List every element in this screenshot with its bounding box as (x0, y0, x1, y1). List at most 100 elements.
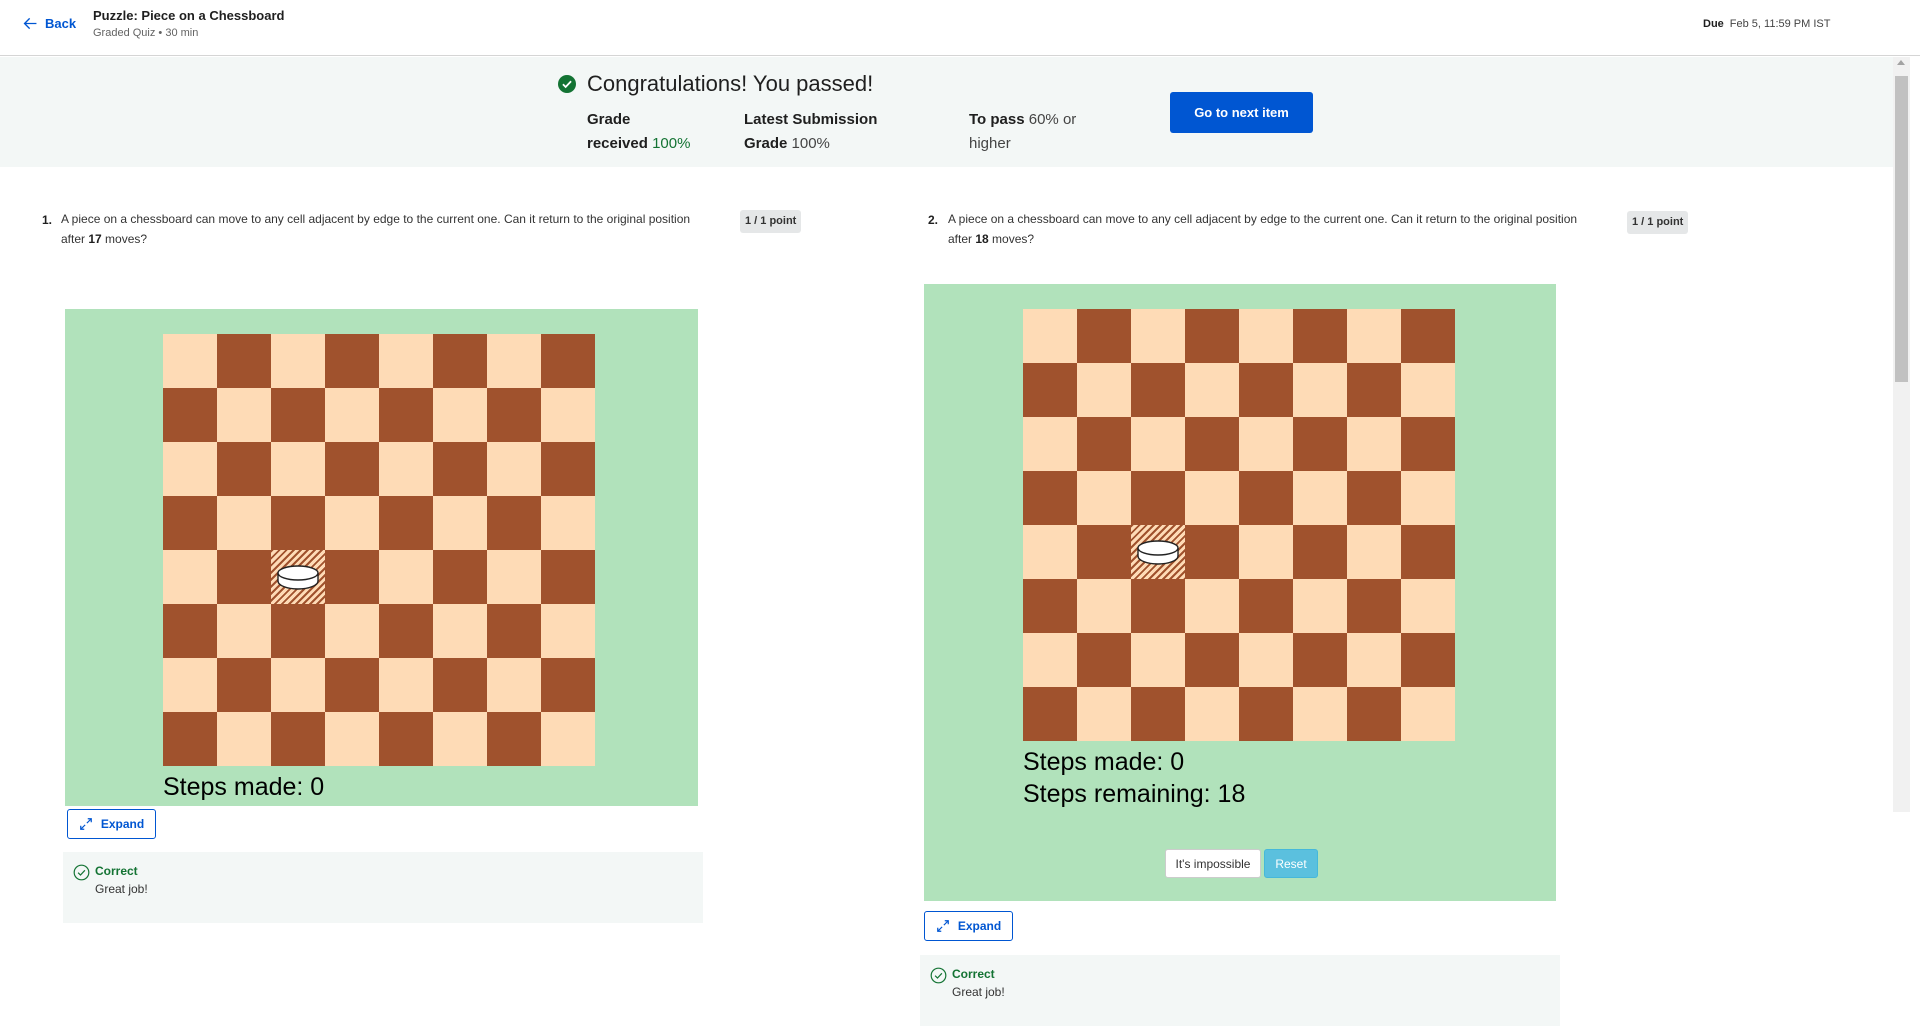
board-square[interactable] (217, 388, 271, 442)
board-square[interactable] (379, 496, 433, 550)
board-square[interactable] (1131, 579, 1185, 633)
board-square[interactable] (379, 604, 433, 658)
board-square[interactable] (271, 712, 325, 766)
board-square[interactable] (1293, 579, 1347, 633)
board-square[interactable] (541, 388, 595, 442)
board-square[interactable] (433, 334, 487, 388)
board-square[interactable] (1239, 633, 1293, 687)
board-square[interactable] (163, 658, 217, 712)
board-square[interactable] (1023, 687, 1077, 741)
board-square[interactable] (1023, 363, 1077, 417)
board-square[interactable] (1023, 633, 1077, 687)
board-square[interactable] (163, 388, 217, 442)
board-square[interactable] (1347, 687, 1401, 741)
board-square[interactable] (1131, 687, 1185, 741)
board-square[interactable] (1347, 309, 1401, 363)
board-square[interactable] (487, 604, 541, 658)
board-square[interactable] (325, 442, 379, 496)
board-square[interactable] (1131, 471, 1185, 525)
board-square[interactable] (1185, 633, 1239, 687)
board-square[interactable] (1293, 687, 1347, 741)
chessboard[interactable] (163, 334, 595, 766)
board-square[interactable] (433, 550, 487, 604)
board-square[interactable] (271, 496, 325, 550)
scrollbar-thumb[interactable] (1895, 76, 1908, 382)
board-square[interactable] (1131, 525, 1185, 579)
board-square[interactable] (1077, 687, 1131, 741)
board-square[interactable] (487, 334, 541, 388)
board-square[interactable] (1131, 309, 1185, 363)
board-square[interactable] (1185, 309, 1239, 363)
board-square[interactable] (1185, 687, 1239, 741)
board-square[interactable] (1185, 471, 1239, 525)
board-square[interactable] (1077, 579, 1131, 633)
back-button[interactable]: Back (22, 15, 76, 32)
chessboard[interactable] (1023, 309, 1455, 741)
expand-button[interactable]: Expand (67, 809, 156, 839)
board-square[interactable] (325, 604, 379, 658)
board-square[interactable] (1239, 525, 1293, 579)
board-square[interactable] (1023, 525, 1077, 579)
board-square[interactable] (487, 388, 541, 442)
board-square[interactable] (1023, 417, 1077, 471)
board-square[interactable] (163, 550, 217, 604)
board-square[interactable] (1077, 471, 1131, 525)
board-square[interactable] (487, 496, 541, 550)
board-square[interactable] (1023, 579, 1077, 633)
board-square[interactable] (1185, 417, 1239, 471)
board-square[interactable] (487, 550, 541, 604)
board-square[interactable] (379, 442, 433, 496)
board-square[interactable] (541, 442, 595, 496)
board-square[interactable] (1401, 309, 1455, 363)
board-square[interactable] (1401, 525, 1455, 579)
board-square[interactable] (1185, 579, 1239, 633)
board-square[interactable] (1239, 687, 1293, 741)
board-square[interactable] (433, 604, 487, 658)
board-square[interactable] (487, 442, 541, 496)
board-square[interactable] (325, 712, 379, 766)
board-square[interactable] (541, 604, 595, 658)
board-square[interactable] (1401, 633, 1455, 687)
board-square[interactable] (1347, 471, 1401, 525)
board-square[interactable] (271, 604, 325, 658)
board-square[interactable] (487, 658, 541, 712)
board-square[interactable] (271, 550, 325, 604)
board-square[interactable] (1347, 417, 1401, 471)
board-square[interactable] (217, 496, 271, 550)
board-square[interactable] (1239, 417, 1293, 471)
board-square[interactable] (1401, 687, 1455, 741)
board-square[interactable] (1077, 525, 1131, 579)
board-square[interactable] (1185, 363, 1239, 417)
its-impossible-button[interactable]: It's impossible (1165, 849, 1261, 878)
board-square[interactable] (433, 496, 487, 550)
board-square[interactable] (1347, 633, 1401, 687)
board-square[interactable] (541, 550, 595, 604)
board-square[interactable] (1293, 525, 1347, 579)
board-square[interactable] (433, 712, 487, 766)
board-square[interactable] (1293, 417, 1347, 471)
board-square[interactable] (271, 334, 325, 388)
board-square[interactable] (433, 388, 487, 442)
board-square[interactable] (1347, 363, 1401, 417)
board-square[interactable] (163, 442, 217, 496)
board-square[interactable] (1077, 363, 1131, 417)
board-square[interactable] (541, 658, 595, 712)
board-square[interactable] (1239, 471, 1293, 525)
board-square[interactable] (217, 658, 271, 712)
board-square[interactable] (379, 388, 433, 442)
board-square[interactable] (379, 658, 433, 712)
scroll-up-arrow-icon[interactable] (1897, 60, 1905, 65)
board-square[interactable] (217, 550, 271, 604)
board-square[interactable] (271, 658, 325, 712)
board-square[interactable] (325, 496, 379, 550)
board-square[interactable] (1401, 363, 1455, 417)
board-square[interactable] (1293, 471, 1347, 525)
board-square[interactable] (217, 712, 271, 766)
board-square[interactable] (541, 712, 595, 766)
board-square[interactable] (1293, 633, 1347, 687)
reset-button[interactable]: Reset (1264, 849, 1318, 878)
board-square[interactable] (1185, 525, 1239, 579)
board-square[interactable] (217, 442, 271, 496)
board-square[interactable] (379, 334, 433, 388)
board-square[interactable] (1401, 579, 1455, 633)
